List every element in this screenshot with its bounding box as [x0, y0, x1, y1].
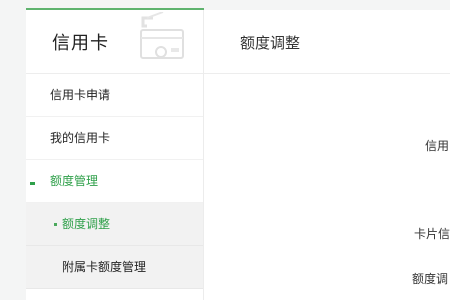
- sidebar-item-label: 额度调整: [62, 217, 111, 231]
- main-header: 额度调整: [204, 10, 450, 74]
- main-content: 额度调整 信用 卡片信 额度调: [204, 10, 450, 300]
- sidebar-header: 信用卡: [26, 10, 203, 74]
- form-label-card-info: 卡片信: [414, 227, 450, 241]
- group-marker-icon: [30, 182, 35, 185]
- sidebar-subitem-supplementary-card-limit[interactable]: 附属卡额度管理: [26, 246, 203, 289]
- sidebar-item-credit-card-apply[interactable]: 信用卡申请: [26, 74, 203, 117]
- sidebar-title: 信用卡: [52, 33, 109, 54]
- sidebar-item-label: 我的信用卡: [50, 131, 111, 145]
- page-title: 额度调整: [240, 34, 301, 52]
- page: 信用卡 信用卡申请 我的信用卡 额度管理 额度调整 附属卡额度管理 额度调整 信…: [0, 0, 450, 300]
- active-dot-icon: [54, 223, 57, 226]
- sidebar-item-limit-management[interactable]: 额度管理: [26, 160, 203, 203]
- sidebar-item-label: 信用卡申请: [50, 88, 111, 102]
- sidebar-item-my-credit-card[interactable]: 我的信用卡: [26, 117, 203, 160]
- sidebar-subitem-limit-adjustment[interactable]: 额度调整: [26, 203, 203, 246]
- credit-card-icon: [135, 11, 195, 70]
- sidebar: 信用卡 信用卡申请 我的信用卡 额度管理 额度调整 附属卡额度管理: [26, 10, 204, 300]
- sidebar-item-label: 额度管理: [50, 174, 99, 188]
- sidebar-item-label: 附属卡额度管理: [62, 260, 147, 274]
- form-label-limit: 额度调: [412, 272, 449, 286]
- form-label-credit: 信用: [425, 139, 450, 153]
